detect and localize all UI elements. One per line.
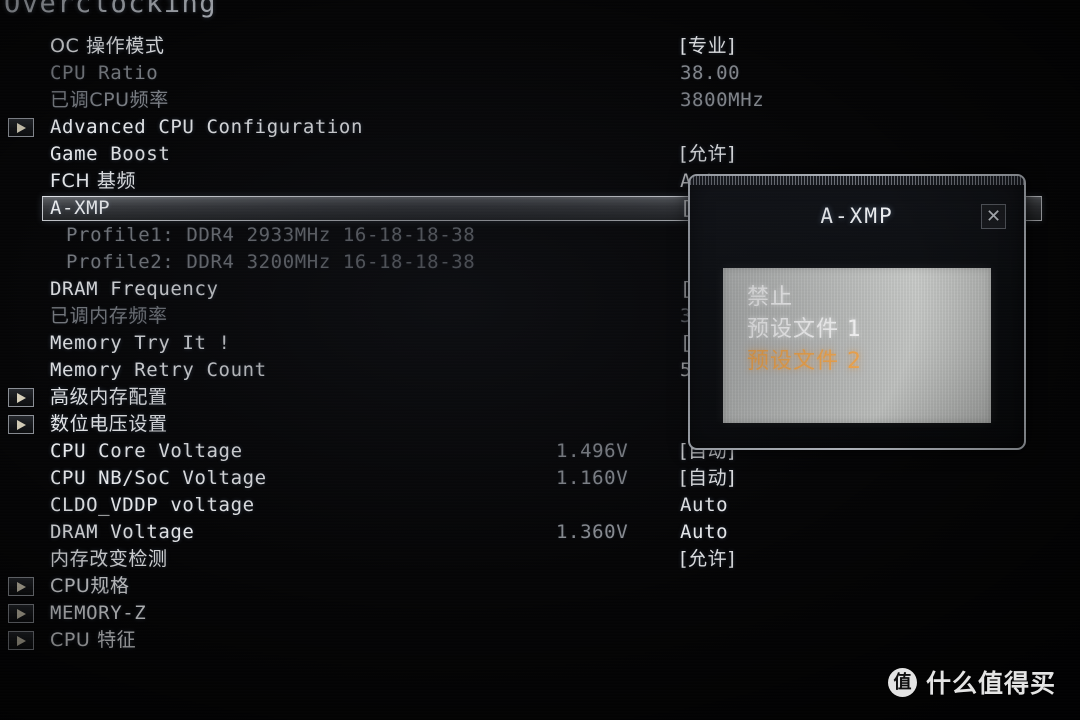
menu-row-label: Advanced CPU Configuration [50,116,364,138]
menu-row-label: A-XMP [50,197,111,219]
menu-row-label: 已调内存频率 [50,305,168,327]
menu-row-value[interactable]: [允许] [680,546,735,573]
menu-row-label: CPU Core Voltage [50,440,243,462]
menu-row[interactable]: CPU 特征 [0,627,1080,654]
menu-row-label: 高级内存配置 [50,386,168,408]
menu-row[interactable]: DRAM Voltage 1.360V Auto [0,519,1080,546]
watermark-text: 什么值得买 [925,669,1056,698]
menu-row-label: CPU Ratio [50,62,159,84]
menu-row-value[interactable]: 3800MHz [680,87,764,114]
menu-row-label: Memory Try It ! [50,332,231,354]
menu-row[interactable]: CLDO_VDDP voltage Auto [0,492,1080,519]
menu-row[interactable]: OC 操作模式 [专业] [0,33,1080,60]
menu-row[interactable]: CPU规格 [0,573,1080,600]
menu-row-label: Profile1: DDR4 2933MHz 16-18-18-38 [66,224,476,246]
menu-row-label: CPU规格 [50,575,130,597]
watermark-badge-icon: 值 [887,667,917,697]
menu-row-label: 已调CPU频率 [50,89,169,111]
a-xmp-option[interactable]: 预设文件 1 [723,314,991,346]
bios-overclocking-screen: Overclocking OC 操作模式 [专业] CPU Ratio 38.00 已调… [0,0,1080,720]
menu-row-label: CLDO_VDDP voltage [50,494,255,516]
menu-row[interactable]: MEMORY-Z [0,600,1080,627]
menu-row-measured-value: 1.496V [556,440,629,462]
menu-row-label: Game Boost [50,143,171,165]
menu-row-value[interactable]: 38.00 [680,60,740,87]
a-xmp-dialog: A-XMP ✕ 禁止 预设文件 1 预设文件 2 [688,174,1026,450]
menu-row-label: FCH 基频 [50,170,137,192]
menu-row-label: Memory Retry Count [50,359,267,381]
submenu-arrow-icon[interactable] [8,604,34,623]
a-xmp-option[interactable]: 禁止 [723,282,991,314]
menu-row[interactable]: 已调CPU频率 3800MHz [0,87,1080,114]
submenu-arrow-icon[interactable] [8,415,34,434]
menu-row[interactable]: Advanced CPU Configuration [0,114,1080,141]
menu-row-label: 内存改变检测 [50,548,168,570]
menu-row-label: Profile2: DDR4 3200MHz 16-18-18-38 [66,251,476,273]
menu-row[interactable]: CPU NB/SoC Voltage 1.160V [自动] [0,465,1080,492]
close-icon[interactable]: ✕ [981,204,1006,229]
menu-row-label: DRAM Voltage [50,521,195,543]
menu-row-label: MEMORY-Z [50,602,147,624]
watermark: 值 什么值得买 [887,664,1056,700]
menu-row-label: CPU 特征 [50,629,137,651]
menu-row-value[interactable]: Auto [680,519,728,546]
submenu-arrow-icon[interactable] [8,388,34,407]
menu-row[interactable]: Game Boost [允许] [0,141,1080,168]
menu-row-label: CPU NB/SoC Voltage [50,467,267,489]
a-xmp-option-list[interactable]: 禁止 预设文件 1 预设文件 2 [723,268,991,423]
menu-row-label: OC 操作模式 [50,35,165,57]
submenu-arrow-icon[interactable] [8,577,34,596]
menu-row-value[interactable]: [专业] [680,33,735,60]
menu-row-value[interactable]: Auto [680,492,728,519]
a-xmp-option[interactable]: 预设文件 2 [723,346,991,378]
submenu-arrow-icon[interactable] [8,631,34,650]
menu-row[interactable]: CPU Ratio 38.00 [0,60,1080,87]
menu-row-label: DRAM Frequency [50,278,219,300]
page-title: Overclocking [4,0,218,19]
menu-row-value[interactable]: [允许] [680,141,735,168]
menu-row-measured-value: 1.160V [556,467,629,489]
dialog-title-bar-texture [690,176,1024,185]
dialog-title: A-XMP [820,204,894,228]
menu-row[interactable]: 内存改变检测 [允许] [0,546,1080,573]
menu-row-label: 数位电压设置 [50,413,168,435]
menu-row-value[interactable]: [自动] [680,465,735,492]
menu-row-measured-value: 1.360V [556,521,629,543]
submenu-arrow-icon[interactable] [8,118,34,137]
